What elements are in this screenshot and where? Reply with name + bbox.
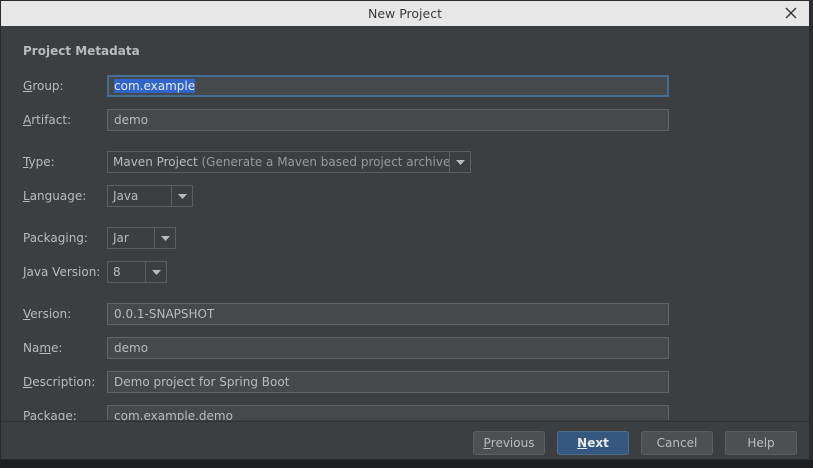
close-icon [785, 7, 797, 19]
packaging-value: Jar [113, 231, 129, 245]
language-label: Language: [23, 189, 87, 203]
java-version-label: Java Version: [23, 265, 101, 279]
java-version-select[interactable]: 8 [107, 261, 167, 283]
cancel-button[interactable]: Cancel [641, 431, 713, 455]
chevron-down-icon [177, 193, 187, 199]
language-dropdown-arrow[interactable] [171, 186, 192, 206]
package-input[interactable]: com.example.demo [107, 405, 669, 420]
type-value: Maven Project [113, 155, 198, 169]
new-project-dialog: New Project Project Metadata Group: com.… [0, 0, 810, 460]
group-label: Group: [23, 79, 64, 93]
packaging-dropdown-arrow[interactable] [154, 228, 175, 248]
language-value: Java [113, 189, 139, 203]
language-select[interactable]: Java [107, 185, 193, 207]
chevron-down-icon [160, 235, 170, 241]
chevron-down-icon [455, 159, 465, 165]
name-input[interactable]: demo [107, 337, 669, 359]
background-window-strip [0, 460, 813, 468]
previous-button[interactable]: Previous [473, 431, 545, 455]
version-label: Version: [23, 307, 72, 321]
packaging-label: Packaging: [23, 231, 88, 245]
group-input[interactable]: com.example [107, 75, 669, 97]
artifact-input[interactable]: demo [107, 109, 669, 131]
type-label: Type: [23, 155, 55, 169]
java-version-dropdown-arrow[interactable] [145, 262, 166, 282]
type-select[interactable]: Maven Project (Generate a Maven based pr… [107, 151, 471, 173]
window-title: New Project [367, 6, 442, 21]
description-label: Description: [23, 375, 96, 389]
package-row: Package: com.example.demo [1, 396, 809, 420]
section-title: Project Metadata [23, 44, 140, 58]
type-hint: (Generate a Maven based project archive) [197, 155, 449, 169]
version-input[interactable]: 0.0.1-SNAPSHOT [107, 303, 669, 325]
chevron-down-icon [151, 269, 161, 275]
next-button[interactable]: Next [557, 431, 629, 455]
close-button[interactable] [781, 3, 801, 23]
packaging-select[interactable]: Jar [107, 227, 176, 249]
footer-separator [1, 421, 809, 422]
package-label: Package: [23, 409, 77, 420]
type-dropdown-arrow[interactable] [449, 152, 470, 172]
description-input[interactable]: Demo project for Spring Boot [107, 371, 669, 393]
help-button[interactable]: Help [725, 431, 797, 455]
title-bar: New Project [1, 1, 809, 26]
name-label: Name: [23, 341, 63, 355]
group-value: com.example [114, 79, 196, 93]
artifact-label: Artifact: [23, 113, 72, 127]
java-version-value: 8 [113, 265, 121, 279]
